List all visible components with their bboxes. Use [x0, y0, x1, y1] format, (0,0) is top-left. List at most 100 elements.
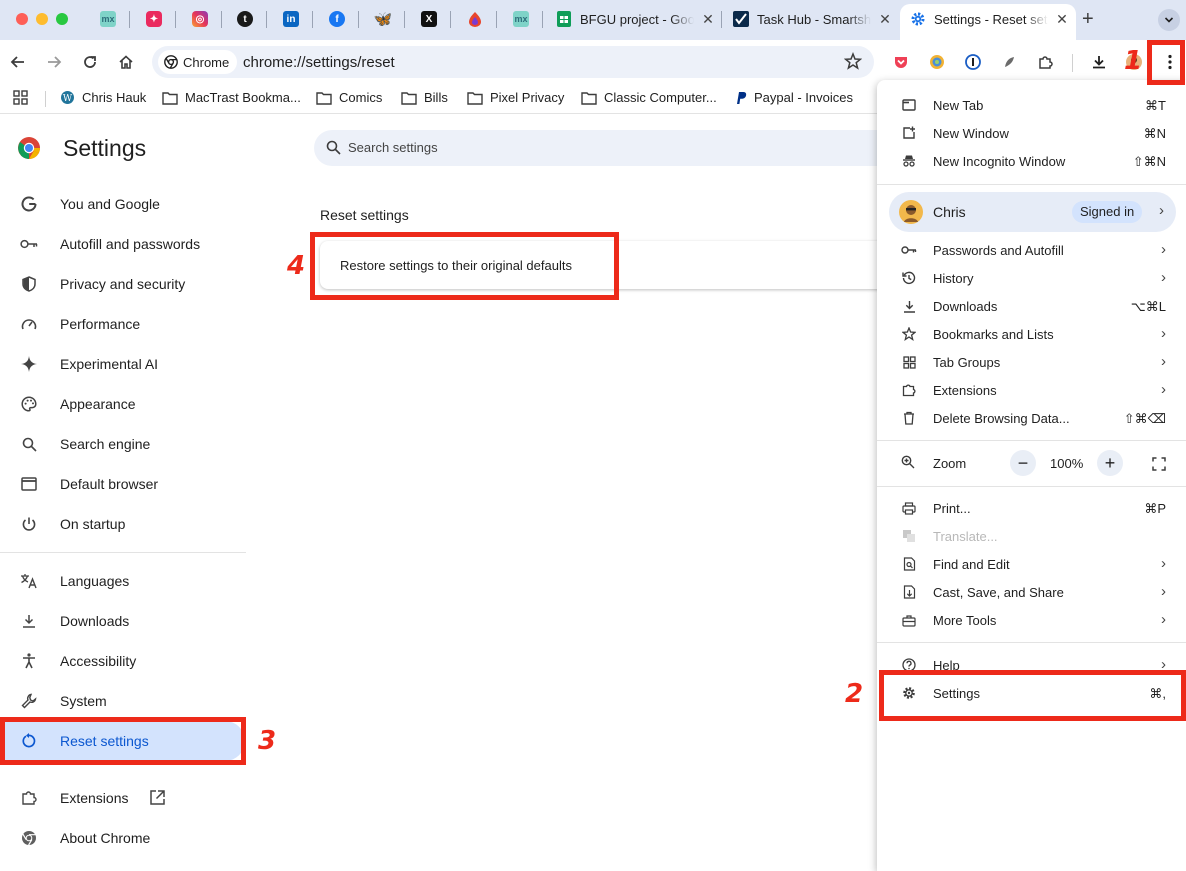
close-icon[interactable]: ✕	[1054, 11, 1070, 28]
pinned-tab-instagram[interactable]: ◎	[188, 8, 212, 30]
nav-extensions[interactable]: Extensions	[0, 778, 245, 818]
pinned-tab-mx-2[interactable]: mx	[509, 8, 533, 30]
back-button[interactable]	[6, 50, 30, 74]
window-fullscreen-button[interactable]	[56, 13, 68, 25]
feather-extension-icon[interactable]	[999, 52, 1019, 72]
nav-system[interactable]: System	[0, 681, 245, 721]
nav-accessibility[interactable]: Accessibility	[0, 641, 245, 681]
nav-label: Reset settings	[60, 733, 149, 749]
pinned-tab-app-2[interactable]	[463, 8, 487, 30]
nav-search-engine[interactable]: Search engine	[0, 424, 245, 464]
window-minimize-button[interactable]	[36, 13, 48, 25]
downloads-icon[interactable]	[1089, 52, 1109, 72]
menu-label: New Tab	[933, 98, 984, 113]
reload-icon	[84, 56, 96, 68]
shield-icon	[20, 275, 38, 293]
menu-find-edit[interactable]: Find and Edit ›	[877, 550, 1186, 578]
menu-help[interactable]: Help ›	[877, 651, 1186, 679]
nav-on-startup[interactable]: On startup	[0, 504, 245, 544]
forward-button[interactable]	[42, 50, 66, 74]
window-close-button[interactable]	[16, 13, 28, 25]
fullscreen-button[interactable]	[1149, 454, 1169, 474]
menu-more-tools[interactable]: More Tools ›	[877, 606, 1186, 634]
globe-extension-icon[interactable]	[927, 52, 947, 72]
bookmark-comics[interactable]: Comics	[316, 90, 382, 105]
menu-cast-save-share[interactable]: Cast, Save, and Share ›	[877, 578, 1186, 606]
zoom-out-button[interactable]: −	[1010, 450, 1036, 476]
nav-performance[interactable]: Performance	[0, 304, 245, 344]
nav-downloads[interactable]: Downloads	[0, 601, 245, 641]
bookmark-classic-computer[interactable]: Classic Computer...	[581, 90, 717, 105]
menu-extensions[interactable]: Extensions ›	[877, 376, 1186, 404]
nav-reset-settings[interactable]: Reset settings	[0, 721, 245, 761]
pinned-tab-x[interactable]: X	[417, 8, 441, 30]
settings-search-input[interactable]: Search settings	[314, 130, 914, 166]
tab-bfgu-project[interactable]: BFGU project - Goo ✕	[556, 6, 716, 32]
home-button[interactable]	[114, 50, 138, 74]
avatar	[899, 200, 923, 224]
new-window-icon	[901, 125, 917, 141]
tab-settings[interactable]: Settings - Reset settings ✕	[910, 6, 1070, 32]
menu-profile[interactable]: Chris Signed in ›	[889, 192, 1176, 232]
incognito-icon	[901, 153, 917, 169]
nav-you-and-google[interactable]: You and Google	[0, 184, 245, 224]
extension-icon	[901, 382, 917, 398]
nav-default-browser[interactable]: Default browser	[0, 464, 245, 504]
chrome-menu-button[interactable]	[1160, 52, 1180, 72]
pocket-extension-icon[interactable]	[891, 52, 911, 72]
pinned-tab-tumblr[interactable]: t	[233, 8, 257, 30]
nav-appearance[interactable]: Appearance	[0, 384, 245, 424]
bookmark-mactrast[interactable]: MacTrast Bookma...	[162, 90, 301, 105]
pinned-tab-bluesky[interactable]: 🦋	[371, 8, 395, 30]
zoom-in-button[interactable]: +	[1097, 450, 1123, 476]
bookmark-paypal[interactable]: Paypal - Invoices	[735, 90, 853, 105]
menu-history[interactable]: History ›	[877, 264, 1186, 292]
pinned-tab-app[interactable]: ✦	[142, 8, 166, 30]
apps-grid-button[interactable]	[13, 90, 35, 105]
tab-task-hub[interactable]: Task Hub - Smartsheet ✕	[733, 6, 893, 32]
menu-settings[interactable]: Settings ⌘,	[877, 679, 1186, 707]
close-icon[interactable]: ✕	[877, 11, 893, 28]
nav-privacy-security[interactable]: Privacy and security	[0, 264, 245, 304]
menu-downloads[interactable]: Downloads ⌥⌘L	[877, 292, 1186, 320]
pinned-tab-linkedin[interactable]: in	[279, 8, 303, 30]
nav-autofill-passwords[interactable]: Autofill and passwords	[0, 224, 245, 264]
url-text[interactable]: chrome://settings/reset	[243, 54, 395, 71]
reload-button[interactable]	[78, 50, 102, 74]
pinned-tab-mx[interactable]: mx	[96, 8, 120, 30]
menu-label: Translate...	[933, 529, 998, 544]
onepassword-extension-icon[interactable]	[963, 52, 983, 72]
nav-languages[interactable]: Languages	[0, 561, 245, 601]
bookmark-chris-hauk[interactable]: W Chris Hauk	[60, 90, 146, 105]
menu-tab-groups[interactable]: Tab Groups ›	[877, 348, 1186, 376]
nav-label: Appearance	[60, 396, 136, 412]
accessibility-icon	[20, 652, 38, 670]
tab-title: Task Hub - Smartsheet	[757, 11, 871, 27]
nav-label: About Chrome	[60, 830, 151, 846]
menu-new-tab[interactable]: New Tab ⌘T	[877, 91, 1186, 119]
address-bar[interactable]: Chrome chrome://settings/reset	[152, 46, 874, 78]
menu-separator	[877, 184, 1186, 185]
download-icon	[20, 612, 38, 630]
bookmark-star-icon[interactable]	[843, 51, 863, 75]
menu-new-window[interactable]: New Window ⌘N	[877, 119, 1186, 147]
menu-bookmarks-lists[interactable]: Bookmarks and Lists ›	[877, 320, 1186, 348]
nav-experimental-ai[interactable]: Experimental AI	[0, 344, 245, 384]
menu-new-incognito[interactable]: New Incognito Window ⇧⌘N	[877, 147, 1186, 175]
nav-label: Downloads	[60, 613, 130, 629]
nav-about-chrome[interactable]: About Chrome	[0, 818, 245, 858]
menu-passwords-autofill[interactable]: Passwords and Autofill ›	[877, 236, 1186, 264]
menu-delete-browsing-data[interactable]: Delete Browsing Data... ⇧⌘⌫	[877, 404, 1186, 432]
bookmark-bills[interactable]: Bills	[401, 90, 448, 105]
step-number-3: 3	[258, 726, 277, 756]
bookmark-pixel-privacy[interactable]: Pixel Privacy	[467, 90, 564, 105]
chrome-menu: New Tab ⌘T New Window ⌘N New Incognito W…	[877, 80, 1186, 871]
tab-search-button[interactable]	[1158, 9, 1180, 31]
menu-print[interactable]: Print... ⌘P	[877, 494, 1186, 522]
new-tab-button[interactable]: +	[1082, 8, 1094, 30]
extensions-puzzle-icon[interactable]	[1035, 52, 1055, 72]
restore-defaults-row[interactable]: Restore settings to their original defau…	[340, 258, 572, 273]
close-icon[interactable]: ✕	[700, 11, 716, 28]
pinned-tab-facebook[interactable]: f	[325, 8, 349, 30]
site-info-chip[interactable]: Chrome	[158, 50, 238, 74]
